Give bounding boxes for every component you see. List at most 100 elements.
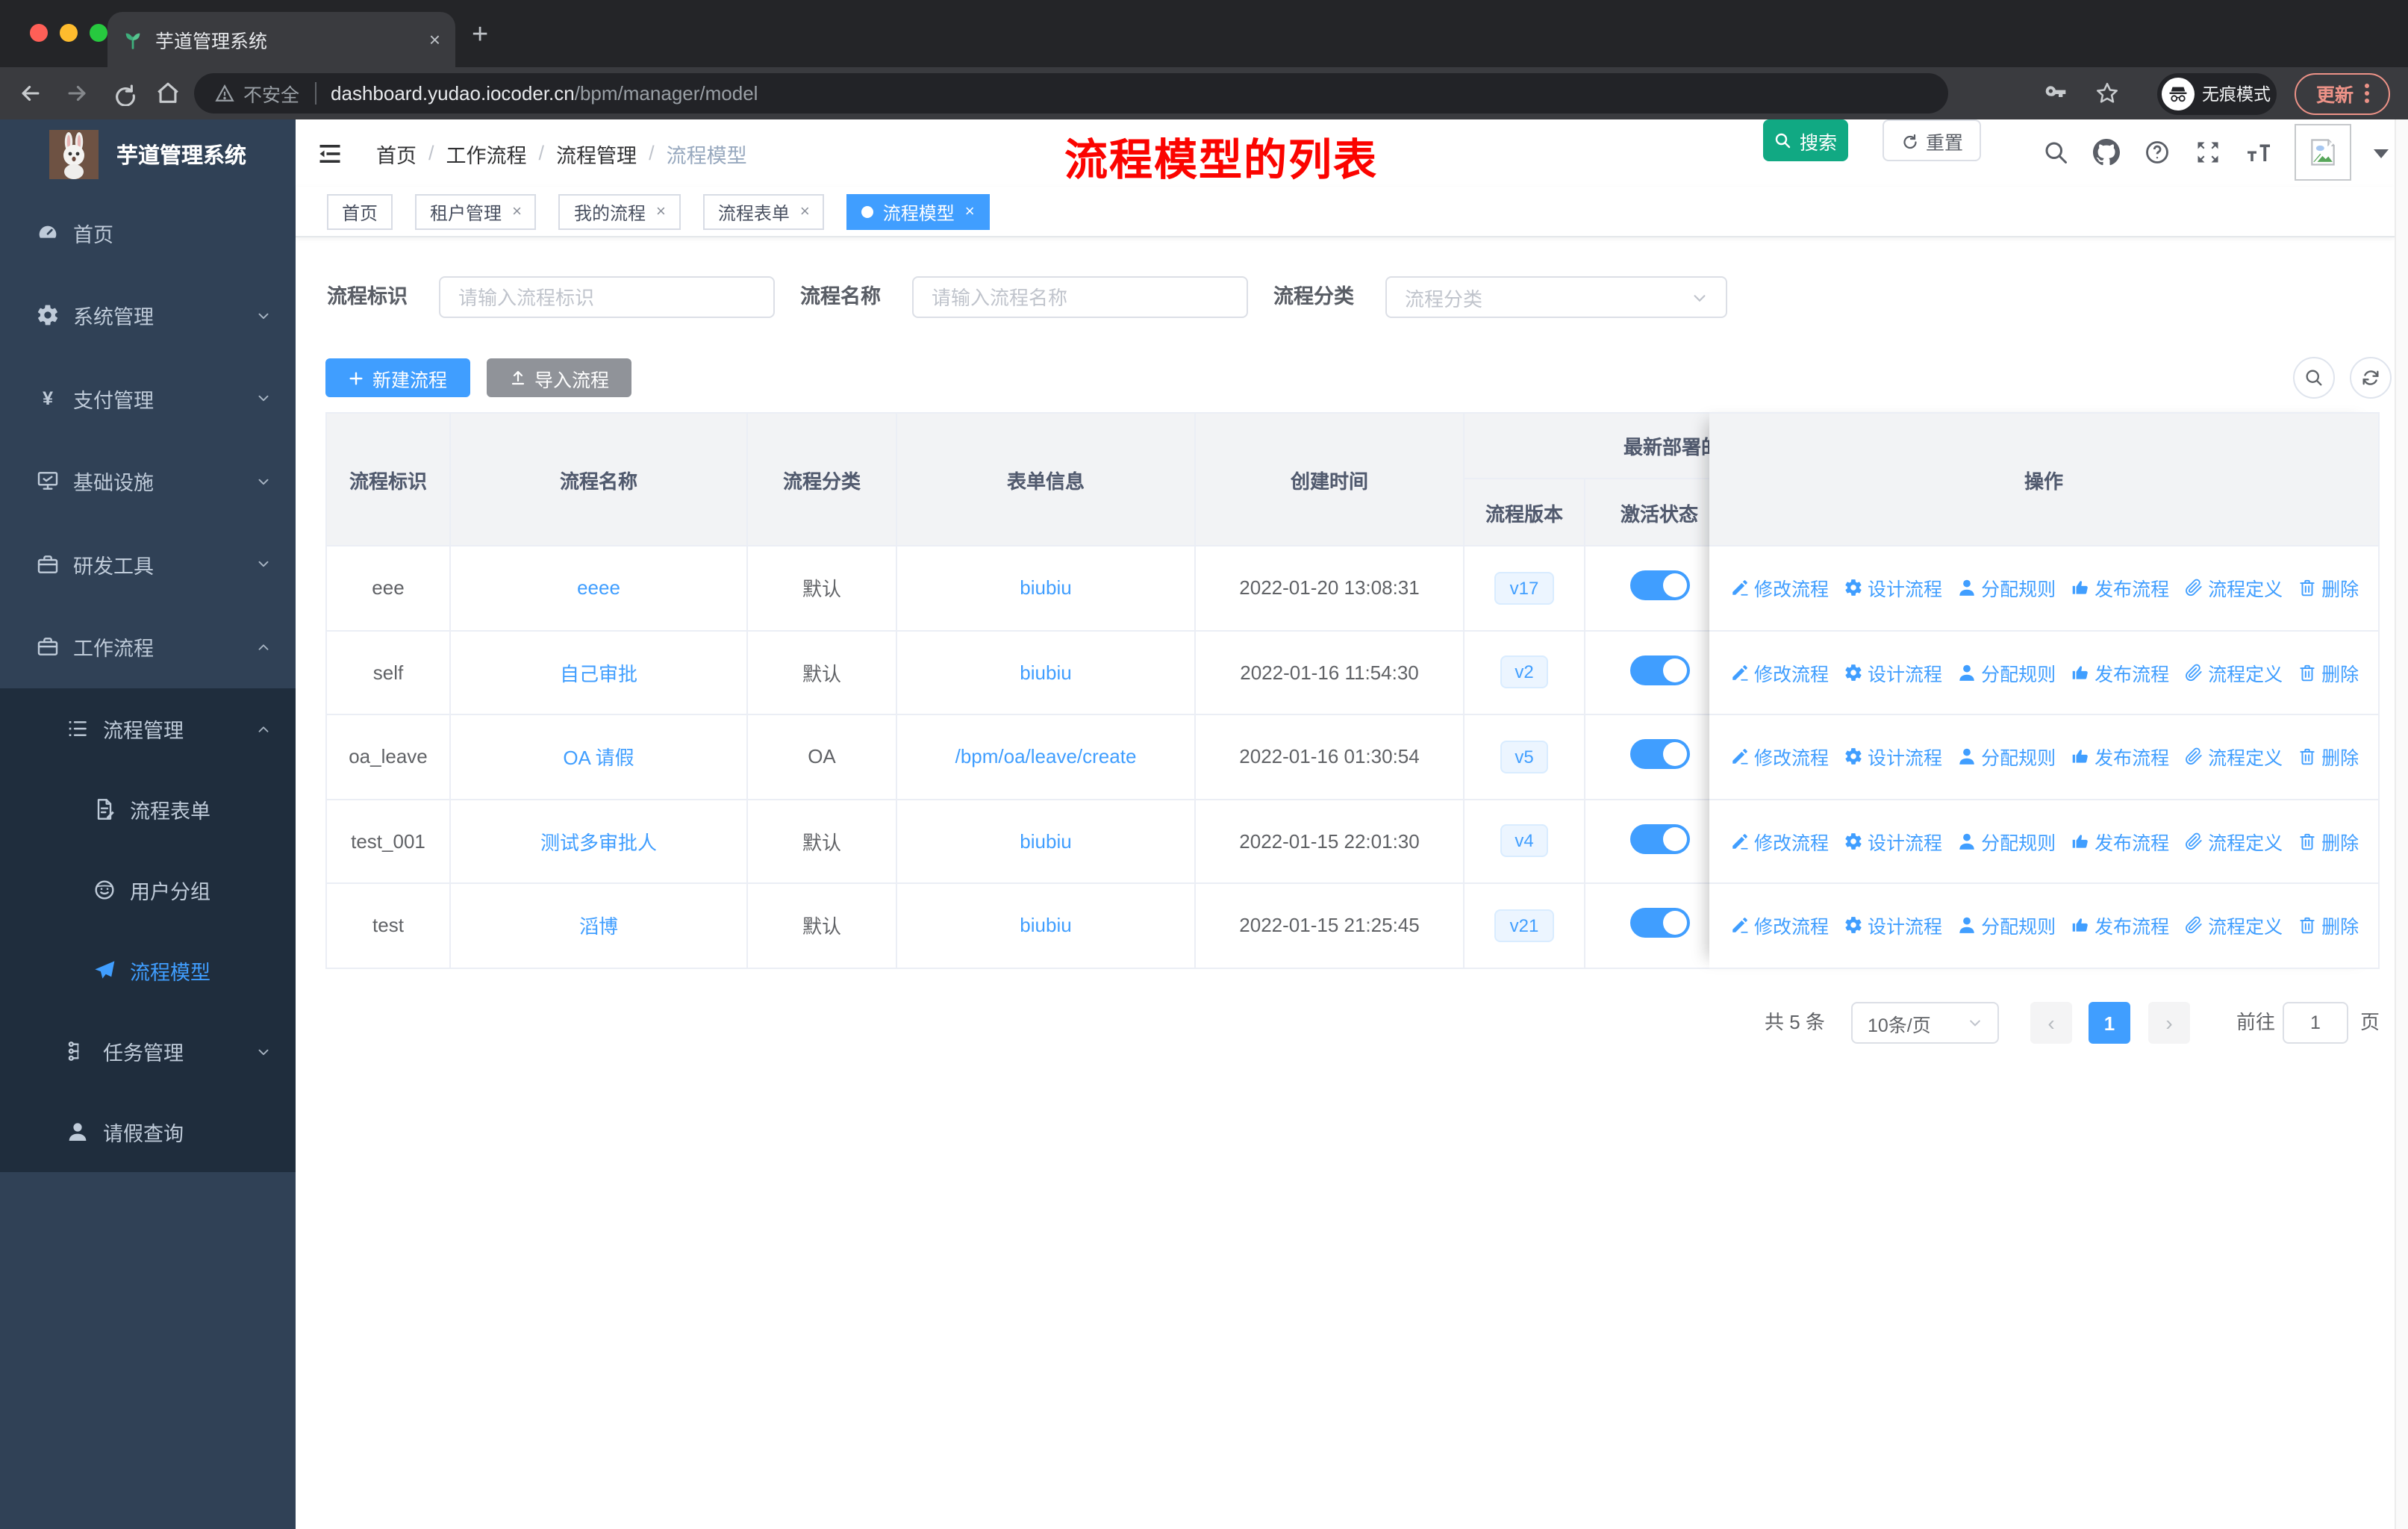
action-删除[interactable]: 删除 [2298, 827, 2359, 856]
action-分配规则[interactable]: 分配规则 [1957, 912, 2056, 940]
action-发布流程[interactable]: 发布流程 [2071, 574, 2169, 602]
goto-page-input[interactable]: 1 [2283, 1002, 2348, 1044]
action-设计流程[interactable]: 设计流程 [1844, 658, 1942, 687]
tab-首页[interactable]: 首页 [327, 194, 393, 230]
sidebar-logo[interactable]: 芋道管理系统 [0, 119, 296, 188]
filter-category-select[interactable]: 流程分类 [1385, 276, 1727, 318]
version-badge[interactable]: v4 [1500, 824, 1549, 858]
window-close-button[interactable] [30, 24, 48, 42]
tab-流程表单[interactable]: 流程表单 × [702, 194, 825, 230]
active-toggle[interactable] [1629, 908, 1689, 938]
version-badge[interactable]: v2 [1500, 655, 1549, 689]
sidebar-item-研发工具[interactable]: 研发工具 [0, 523, 296, 605]
page-size-select[interactable]: 10条/页 [1851, 1002, 1999, 1044]
home-icon[interactable] [155, 81, 181, 106]
form-info-link[interactable]: /bpm/oa/leave/create [955, 746, 1137, 768]
reset-button[interactable]: 重置 [1883, 119, 1981, 161]
version-badge[interactable]: v17 [1494, 571, 1554, 605]
github-icon[interactable] [2093, 139, 2120, 166]
action-分配规则[interactable]: 分配规则 [1957, 827, 2056, 856]
action-修改流程[interactable]: 修改流程 [1730, 827, 1829, 856]
process-name-link[interactable]: 滔博 [579, 916, 618, 938]
fullscreen-icon[interactable] [2195, 139, 2221, 166]
search-button[interactable]: 搜索 [1763, 119, 1848, 161]
action-删除[interactable]: 删除 [2298, 912, 2359, 940]
action-流程定义[interactable]: 流程定义 [2184, 658, 2283, 687]
passwords-key-icon[interactable] [2044, 82, 2068, 106]
action-流程定义[interactable]: 流程定义 [2184, 574, 2283, 602]
action-流程定义[interactable]: 流程定义 [2184, 743, 2283, 771]
version-badge[interactable]: v21 [1494, 909, 1554, 942]
help-icon[interactable] [2144, 139, 2171, 166]
action-分配规则[interactable]: 分配规则 [1957, 743, 2056, 771]
breadcrumb-item[interactable]: 首页 [376, 138, 417, 168]
forward-icon[interactable] [64, 81, 90, 106]
browser-tab[interactable]: 芋道管理系统 × [107, 12, 455, 67]
tab-流程模型[interactable]: 流程模型 × [846, 194, 990, 230]
process-name-link[interactable]: eeee [577, 577, 620, 600]
form-info-link[interactable]: biubiu [1020, 661, 1071, 684]
sidebar-item-请假查询[interactable]: 请假查询 [0, 1092, 296, 1172]
process-name-link[interactable]: OA 请假 [563, 747, 634, 770]
current-page-button[interactable]: 1 [2089, 1002, 2130, 1044]
close-icon[interactable]: × [965, 203, 975, 221]
version-badge[interactable]: v5 [1500, 740, 1549, 773]
sidebar-item-工作流程[interactable]: 工作流程 [0, 605, 296, 688]
sidebar-item-基础设施[interactable]: 基础设施 [0, 440, 296, 523]
tab-close-icon[interactable]: × [429, 28, 440, 51]
sidebar-item-流程模型[interactable]: 流程模型 [0, 930, 296, 1011]
action-设计流程[interactable]: 设计流程 [1844, 743, 1942, 771]
action-修改流程[interactable]: 修改流程 [1730, 658, 1829, 687]
form-info-link[interactable]: biubiu [1020, 577, 1071, 600]
close-icon[interactable]: × [656, 203, 666, 221]
action-流程定义[interactable]: 流程定义 [2184, 827, 2283, 856]
sidebar-item-流程管理[interactable]: 流程管理 [0, 688, 296, 769]
sidebar-item-系统管理[interactable]: 系统管理 [0, 274, 296, 357]
create-process-button[interactable]: 新建流程 [325, 358, 470, 397]
action-分配规则[interactable]: 分配规则 [1957, 658, 2056, 687]
reload-icon[interactable] [110, 81, 136, 106]
process-name-link[interactable]: 测试多审批人 [540, 832, 657, 854]
action-发布流程[interactable]: 发布流程 [2071, 827, 2169, 856]
action-流程定义[interactable]: 流程定义 [2184, 912, 2283, 940]
action-删除[interactable]: 删除 [2298, 743, 2359, 771]
action-修改流程[interactable]: 修改流程 [1730, 743, 1829, 771]
active-toggle[interactable] [1629, 570, 1689, 601]
new-tab-button[interactable]: + [472, 21, 488, 49]
page-scrollbar[interactable] [2395, 119, 2408, 1529]
process-name-link[interactable]: 自己审批 [560, 663, 637, 685]
active-toggle[interactable] [1629, 823, 1689, 854]
header-search-icon[interactable] [2042, 139, 2069, 166]
action-修改流程[interactable]: 修改流程 [1730, 574, 1829, 602]
active-toggle[interactable] [1629, 655, 1689, 685]
action-设计流程[interactable]: 设计流程 [1844, 827, 1942, 856]
sidebar-item-用户分组[interactable]: 用户分组 [0, 850, 296, 930]
action-删除[interactable]: 删除 [2298, 658, 2359, 687]
filter-id-input[interactable] [439, 276, 775, 318]
address-bar[interactable]: 不安全 dashboard.yudao.iocoder.cn /bpm/mana… [194, 73, 1948, 113]
action-发布流程[interactable]: 发布流程 [2071, 912, 2169, 940]
sidebar-item-流程表单[interactable]: 流程表单 [0, 769, 296, 850]
tab-我的流程[interactable]: 我的流程 × [558, 194, 681, 230]
incognito-badge[interactable]: 无痕模式 [2157, 72, 2277, 114]
action-分配规则[interactable]: 分配规则 [1957, 574, 2056, 602]
bookmark-star-icon[interactable] [2094, 81, 2120, 106]
sidebar-item-支付管理[interactable]: ¥ 支付管理 [0, 357, 296, 440]
action-删除[interactable]: 删除 [2298, 574, 2359, 602]
prev-page-button[interactable]: ‹ [2030, 1002, 2072, 1044]
toggle-search-panel-button[interactable] [2293, 357, 2335, 399]
breadcrumb-item[interactable]: 流程管理 [556, 138, 637, 168]
browser-menu-kebab-icon[interactable] [2364, 81, 2368, 106]
form-info-link[interactable]: biubiu [1020, 830, 1071, 853]
close-icon[interactable]: × [512, 203, 522, 221]
back-icon[interactable] [18, 81, 43, 106]
filter-name-input[interactable] [912, 276, 1248, 318]
window-minimize-button[interactable] [60, 24, 78, 42]
avatar-dropdown-caret[interactable] [2374, 149, 2389, 158]
action-修改流程[interactable]: 修改流程 [1730, 912, 1829, 940]
action-发布流程[interactable]: 发布流程 [2071, 658, 2169, 687]
action-发布流程[interactable]: 发布流程 [2071, 743, 2169, 771]
action-设计流程[interactable]: 设计流程 [1844, 574, 1942, 602]
next-page-button[interactable]: › [2148, 1002, 2190, 1044]
form-info-link[interactable]: biubiu [1020, 915, 1071, 937]
